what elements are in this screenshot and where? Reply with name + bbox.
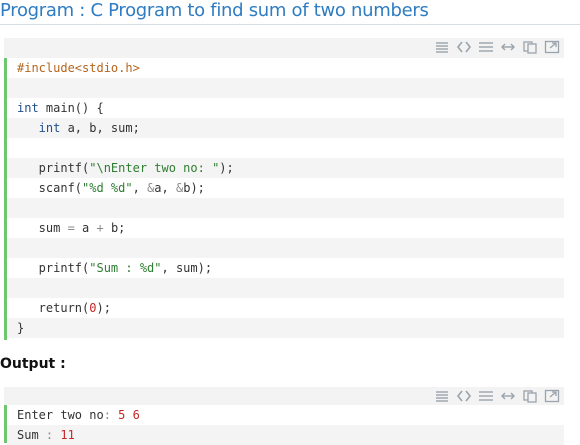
code-token: a, xyxy=(154,181,176,195)
code-line xyxy=(7,238,564,258)
code-token: Enter two no xyxy=(17,408,104,422)
code-token: #include<stdio.h> xyxy=(17,61,140,75)
popup-icon[interactable] xyxy=(544,389,560,403)
code-token: + xyxy=(96,221,104,235)
popup-icon[interactable] xyxy=(544,40,560,54)
code-token: int xyxy=(17,101,39,115)
code-token: "\nEnter two no: " xyxy=(89,161,220,175)
output-block: Enter two no: 5 6 Sum : 11 xyxy=(4,387,564,445)
output-toolbar xyxy=(4,387,564,405)
copy-icon[interactable] xyxy=(522,40,538,54)
copy-icon[interactable] xyxy=(522,389,538,403)
view-source-icon[interactable] xyxy=(456,40,472,54)
output-content[interactable]: Enter two no: 5 6 Sum : 11 xyxy=(4,405,564,445)
code-line: } xyxy=(7,318,564,338)
output-heading: Output : xyxy=(0,356,66,372)
code-toolbar-icons xyxy=(434,40,560,54)
code-token: scanf( xyxy=(17,181,83,195)
code-token: return( xyxy=(17,301,90,315)
code-line: #include<stdio.h> xyxy=(7,58,564,78)
code-token: int xyxy=(17,121,61,135)
code-token: : xyxy=(103,408,111,422)
code-token: ); xyxy=(219,161,234,175)
code-line xyxy=(7,278,564,298)
code-token: ); xyxy=(96,301,111,315)
code-line: printf("Sum : %d", sum); xyxy=(7,258,564,278)
wrap-icon[interactable] xyxy=(500,389,516,403)
page-title: Program : C Program to find sum of two n… xyxy=(0,0,429,21)
code-token: 6 xyxy=(132,408,140,422)
output-toolbar-icons xyxy=(434,389,560,403)
code-token: a xyxy=(74,221,97,235)
code-line: Sum : 11 xyxy=(7,425,564,445)
code-line: return(0); xyxy=(7,298,564,318)
code-token: printf( xyxy=(17,261,90,275)
code-line: sum = a + b; xyxy=(7,218,564,238)
code-line: int main() { xyxy=(7,98,564,118)
code-token: 11 xyxy=(60,428,75,442)
code-token: } xyxy=(17,321,25,335)
code-token: Sum xyxy=(17,428,46,442)
code-token: a, b, sum; xyxy=(60,121,140,135)
code-token: b; xyxy=(103,221,126,235)
code-line xyxy=(7,198,564,218)
code-token: "Sum : %d" xyxy=(89,261,162,275)
code-block: #include<stdio.h> int main() { int a, b,… xyxy=(4,38,564,340)
code-token: b); xyxy=(183,181,205,195)
code-token: = xyxy=(67,221,75,235)
code-token: main() { xyxy=(38,101,104,115)
code-line xyxy=(7,78,564,98)
code-token: "%d %d" xyxy=(82,181,133,195)
code-line: Enter two no: 5 6 xyxy=(7,405,564,425)
print-icon[interactable] xyxy=(478,40,494,54)
print-icon[interactable] xyxy=(478,389,494,403)
code-line: scanf("%d %d", &a, &b); xyxy=(7,178,564,198)
code-content[interactable]: #include<stdio.h> int main() { int a, b,… xyxy=(4,58,564,340)
title-divider xyxy=(0,24,580,25)
code-token: sum xyxy=(17,221,68,235)
code-token: printf( xyxy=(17,161,90,175)
code-token: , sum); xyxy=(161,261,213,275)
code-toolbar xyxy=(4,38,564,56)
view-plain-icon[interactable] xyxy=(434,40,450,54)
code-line: int a, b, sum; xyxy=(7,118,564,138)
view-plain-icon[interactable] xyxy=(434,389,450,403)
wrap-icon[interactable] xyxy=(500,40,516,54)
code-line: printf("\nEnter two no: "); xyxy=(7,158,564,178)
code-token: , xyxy=(132,181,148,195)
view-source-icon[interactable] xyxy=(456,389,472,403)
